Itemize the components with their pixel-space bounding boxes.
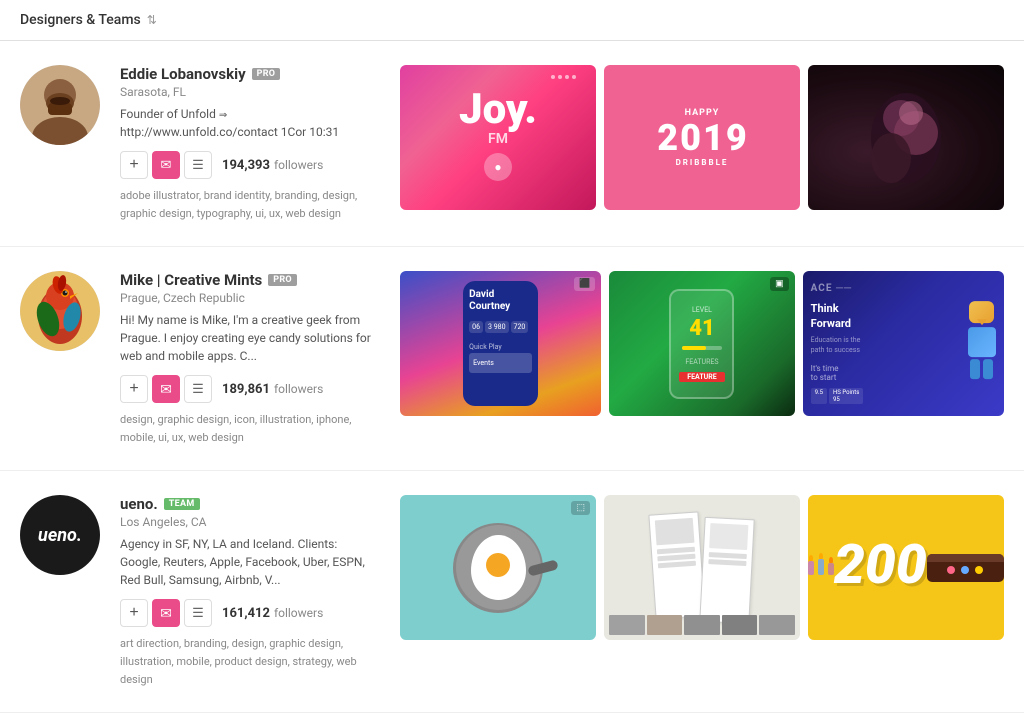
desc-mike: Hi! My name is Mike, I'm a creative geek…: [120, 311, 380, 365]
candles: [808, 559, 834, 575]
followers-count-eddie: 194,393: [222, 158, 270, 173]
portfolio-thumb-golf[interactable]: ▣ LEVEL 41 FEATURES FEATURE: [609, 271, 794, 416]
portfolio-thumb-200[interactable]: 200: [808, 495, 1004, 640]
sort-icon[interactable]: ⇅: [147, 13, 157, 27]
portfolio-thumb-brochure[interactable]: [604, 495, 800, 640]
phone-mockup: DavidCourtney 06 3 980 720 Quick Play Ev…: [463, 281, 538, 406]
portfolio-thumb-ace[interactable]: ACE ── ThinkForward Education is thepath…: [803, 271, 1004, 416]
phone-name: DavidCourtney: [469, 289, 532, 313]
message-button-ueno[interactable]: ✉: [152, 599, 180, 627]
location-ueno: Los Angeles, CA: [120, 515, 380, 529]
avatar-wrap-ueno: ueno.: [20, 495, 100, 575]
followers-label-mike: followers: [274, 382, 323, 396]
tags-ueno: art direction, branding, design, graphic…: [120, 635, 380, 688]
portfolio-thumb-david[interactable]: ⬛ DavidCourtney 06 3 980 720 Quick Play …: [400, 271, 601, 416]
ueno-logo-text: ueno.: [38, 525, 82, 546]
action-row-eddie: + ✉ ☰ 194,393 followers: [120, 151, 380, 179]
avatar-mike[interactable]: [20, 271, 100, 351]
portfolio-thumb-joy[interactable]: Joy. FM ●: [400, 65, 596, 210]
video-icon: ⬛: [574, 277, 595, 291]
portfolio-thumb-dark[interactable]: [808, 65, 1004, 210]
followers-label-eddie: followers: [274, 158, 323, 172]
designer-info-eddie: Eddie Lobanovskiy PRO Sarasota, FL Found…: [120, 65, 380, 222]
designer-name-ueno: ueno.: [120, 495, 158, 513]
designer-row-mike: Mike | Creative Mints PRO Prague, Czech …: [0, 247, 1024, 471]
designer-list: Eddie Lobanovskiy PRO Sarasota, FL Found…: [0, 41, 1024, 713]
followers-row-ueno: 161,412 followers: [222, 606, 323, 621]
add-button-eddie[interactable]: +: [120, 151, 148, 179]
name-row-mike: Mike | Creative Mints PRO: [120, 271, 380, 289]
brochure-spread: [652, 508, 752, 628]
name-row-eddie: Eddie Lobanovskiy PRO: [120, 65, 380, 83]
tags-mike: design, graphic design, icon, illustrati…: [120, 411, 380, 446]
list-button-ueno[interactable]: ☰: [184, 599, 212, 627]
portfolio-thumb-happy2019[interactable]: HAPPY 2 0 1 9 DRIBBBLE: [604, 65, 800, 210]
portfolio-thumb-egg[interactable]: ⬚: [400, 495, 596, 640]
followers-label-ueno: followers: [274, 606, 323, 620]
action-row-ueno: + ✉ ☰ 161,412 followers: [120, 599, 380, 627]
badge-mike: PRO: [268, 274, 297, 286]
portfolio-grid-ueno: ⬚: [400, 495, 1004, 640]
cake-base: [927, 554, 1004, 582]
screen-icon: ▣: [770, 277, 789, 291]
camera-icon: ⬚: [571, 501, 590, 515]
location-mike: Prague, Czech Republic: [120, 291, 380, 305]
designer-row-ueno: ueno. ueno. TEAM Los Angeles, CA Agency …: [0, 471, 1024, 713]
designer-name-eddie: Eddie Lobanovskiy: [120, 65, 246, 83]
tags-eddie: adobe illustrator, brand identity, brand…: [120, 187, 380, 222]
list-button-mike[interactable]: ☰: [184, 375, 212, 403]
avatar-eddie[interactable]: [20, 65, 100, 145]
number-200: 200: [834, 538, 927, 593]
badge-ueno: TEAM: [164, 498, 200, 510]
badge-eddie: PRO: [252, 68, 281, 80]
followers-row-eddie: 194,393 followers: [222, 158, 323, 173]
avatar-wrap-eddie: [20, 65, 100, 145]
location-eddie: Sarasota, FL: [120, 85, 380, 99]
action-row-mike: + ✉ ☰ 189,861 followers: [120, 375, 380, 403]
list-button-eddie[interactable]: ☰: [184, 151, 212, 179]
designer-info-mike: Mike | Creative Mints PRO Prague, Czech …: [120, 271, 380, 446]
designer-info-ueno: ueno. TEAM Los Angeles, CA Agency in SF,…: [120, 495, 380, 688]
message-button-mike[interactable]: ✉: [152, 375, 180, 403]
photo-strip: [609, 615, 795, 635]
portfolio-grid-eddie: Joy. FM ● HAPPY: [400, 65, 1004, 210]
avatar-ueno[interactable]: ueno.: [20, 495, 100, 575]
add-button-mike[interactable]: +: [120, 375, 148, 403]
page-title: Designers & Teams: [20, 12, 141, 28]
avatar-wrap-mike: [20, 271, 100, 351]
name-row-ueno: ueno. TEAM: [120, 495, 380, 513]
golf-screen: LEVEL 41 FEATURES FEATURE: [669, 289, 734, 399]
add-button-ueno[interactable]: +: [120, 599, 148, 627]
designer-name-mike: Mike | Creative Mints: [120, 271, 262, 289]
followers-count-mike: 189,861: [222, 382, 270, 397]
egg-pan: [453, 523, 543, 613]
portfolio-grid-mike: ⬛ DavidCourtney 06 3 980 720 Quick Play …: [400, 271, 1004, 416]
followers-count-ueno: 161,412: [222, 606, 270, 621]
desc-ueno: Agency in SF, NY, LA and Iceland. Client…: [120, 535, 380, 589]
page-header: Designers & Teams ⇅: [0, 0, 1024, 41]
followers-row-mike: 189,861 followers: [222, 382, 323, 397]
designer-row: Eddie Lobanovskiy PRO Sarasota, FL Found…: [0, 41, 1024, 247]
robot-figure: [968, 301, 996, 379]
desc-eddie: Founder of Unfold ⇒ http://www.unfold.co…: [120, 105, 380, 141]
message-button-eddie[interactable]: ✉: [152, 151, 180, 179]
